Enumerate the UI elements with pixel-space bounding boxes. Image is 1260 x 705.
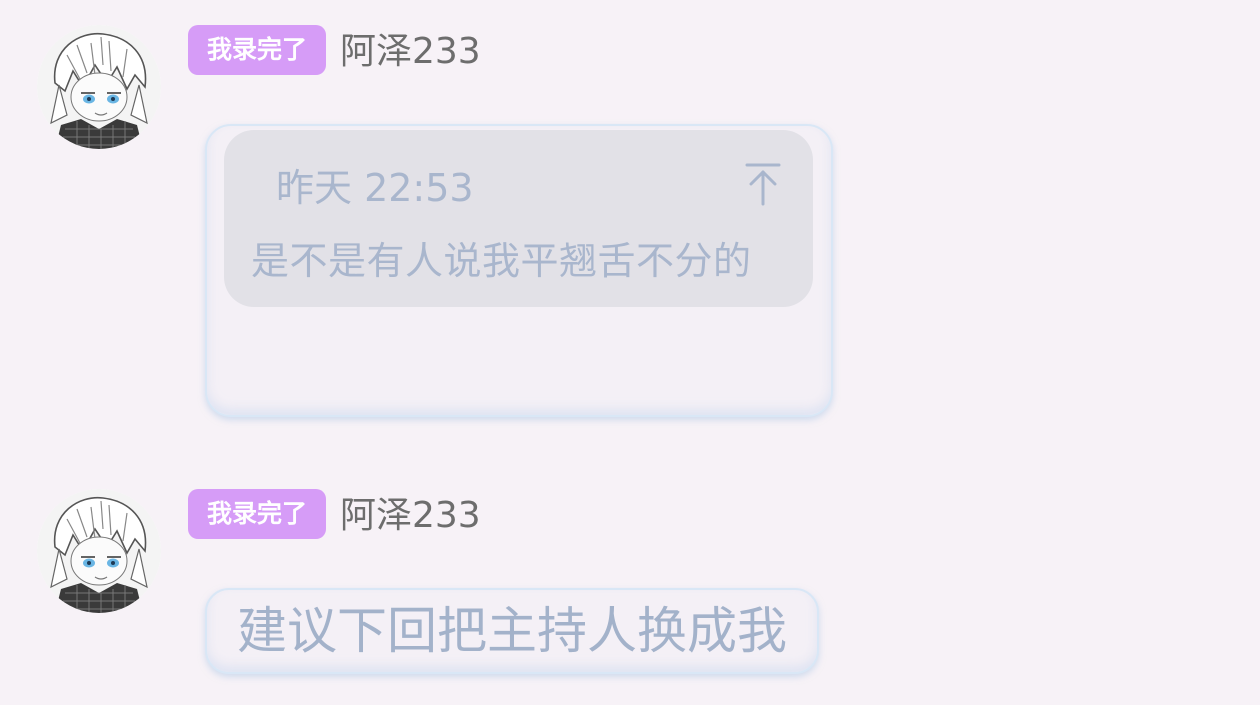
jump-to-message-icon[interactable]: [743, 160, 783, 208]
anime-avatar-icon: [37, 25, 161, 149]
username[interactable]: 阿泽233: [340, 491, 481, 541]
anime-avatar-icon: [37, 489, 161, 613]
quoted-message-card[interactable]: 昨天 22:53 是不是有人说我平翘舌不分的: [224, 130, 813, 307]
chat-screen: 我录完了 阿泽233 昨天 22:53 是不是有人说我平翘舌不分的 我录完了 阿…: [0, 0, 1260, 705]
user-avatar[interactable]: [37, 25, 161, 149]
quoted-message-time: 昨天 22:53: [276, 166, 474, 210]
quoted-message-text: 是不是有人说我平翘舌不分的: [251, 239, 752, 283]
user-avatar[interactable]: [37, 489, 161, 613]
user-title-badge: 我录完了: [188, 25, 326, 75]
text-message-bubble[interactable]: 建议下回把主持人换成我: [205, 588, 819, 674]
reply-message-bubble[interactable]: 昨天 22:53 是不是有人说我平翘舌不分的: [205, 124, 833, 417]
username[interactable]: 阿泽233: [340, 27, 481, 77]
user-title-badge: 我录完了: [188, 489, 326, 539]
